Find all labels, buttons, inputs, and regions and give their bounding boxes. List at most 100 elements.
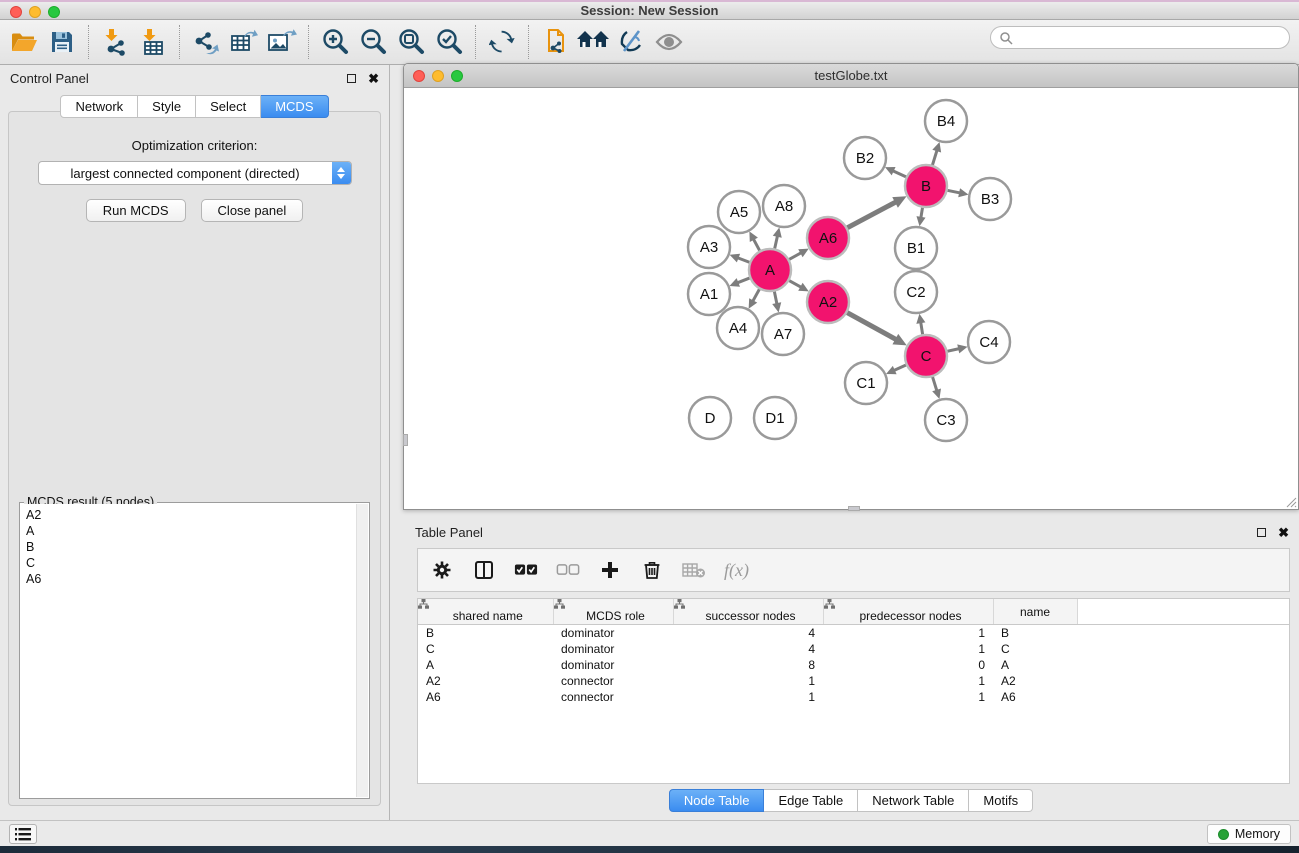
memory-label: Memory (1235, 827, 1280, 841)
tab-mcds[interactable]: MCDS (261, 95, 328, 118)
resize-grip-icon[interactable] (1285, 496, 1297, 508)
column-header-name[interactable]: name (993, 599, 1077, 625)
network-canvas[interactable]: B4B2BB3A8A5A6B1A3AC2A1A2A4A7C4CC1C3DD1 (404, 88, 1298, 509)
export-network-icon[interactable] (189, 26, 223, 58)
delete-table-icon (682, 558, 706, 582)
clone-network-icon[interactable] (538, 26, 572, 58)
graph-node-label: B1 (907, 240, 925, 257)
criterion-dropdown[interactable]: largest connected component (directed) (38, 161, 352, 185)
graph-node-label: A4 (729, 320, 747, 337)
table-tabs: Node Table Edge Table Network Table Moti… (403, 789, 1299, 812)
show-columns-icon[interactable] (472, 558, 496, 582)
float-panel-icon[interactable] (347, 74, 356, 83)
add-column-icon[interactable] (598, 558, 622, 582)
control-panel-tabs: Network Style Select MCDS (0, 95, 389, 118)
table-row[interactable]: A2connector11A2 (418, 673, 1289, 689)
network-minimize-button[interactable] (432, 70, 444, 82)
tab-network-table[interactable]: Network Table (858, 789, 969, 812)
graph-node-label: B2 (856, 150, 874, 167)
tab-style[interactable]: Style (138, 95, 196, 118)
tab-network[interactable]: Network (60, 95, 138, 118)
table-header-row: shared name MCDS role successor nodes pr… (418, 599, 1289, 625)
result-list-item[interactable]: C (26, 555, 356, 571)
delete-column-icon[interactable] (640, 558, 664, 582)
table-panel-title: Table Panel (415, 525, 1257, 540)
import-table-icon[interactable] (136, 26, 170, 58)
save-icon[interactable] (45, 26, 79, 58)
open-folder-icon[interactable] (7, 26, 41, 58)
graph-node-label: B4 (937, 113, 955, 130)
column-header-predecessor-nodes[interactable]: predecessor nodes (823, 599, 993, 625)
network-window-titlebar[interactable]: testGlobe.txt (404, 64, 1298, 88)
table-row[interactable]: A6connector11A6 (418, 689, 1289, 705)
close-window-button[interactable] (10, 6, 22, 18)
task-history-button[interactable] (9, 824, 37, 844)
tab-select[interactable]: Select (196, 95, 261, 118)
network-hscroll-thumb[interactable] (848, 506, 860, 511)
network-view-window: testGlobe.txt B4B2BB3A8A5A6B1A3AC2A1A2A4… (403, 63, 1299, 510)
eye-icon[interactable] (652, 26, 686, 58)
column-header-successor-nodes[interactable]: successor nodes (673, 599, 823, 625)
deselect-all-columns-icon[interactable] (556, 558, 580, 582)
zoom-fit-icon[interactable] (394, 26, 428, 58)
flatten-hierarchy-icon (554, 599, 673, 609)
run-mcds-button[interactable]: Run MCDS (86, 199, 186, 222)
optimization-criterion-label: Optimization criterion: (9, 138, 380, 153)
close-panel-icon[interactable]: ✖ (368, 74, 379, 83)
search-input[interactable] (1013, 31, 1273, 45)
tab-edge-table[interactable]: Edge Table (764, 789, 858, 812)
minimize-window-button[interactable] (29, 6, 41, 18)
network-zoom-button[interactable] (451, 70, 463, 82)
node-table-body: Bdominator41BCdominator41CAdominator80AA… (418, 625, 1289, 705)
export-table-icon[interactable] (227, 26, 261, 58)
select-all-columns-icon[interactable] (514, 558, 538, 582)
column-header-shared-name[interactable]: shared name (418, 599, 553, 625)
zoom-selected-icon[interactable] (432, 26, 466, 58)
column-header-mcds-role[interactable]: MCDS role (553, 599, 673, 625)
zoom-out-icon[interactable] (356, 26, 390, 58)
graph-node-label: A (765, 262, 775, 279)
search-field[interactable] (990, 26, 1290, 49)
export-image-icon[interactable] (265, 26, 299, 58)
hide-annotations-icon[interactable] (614, 26, 648, 58)
graph-node-label: D (705, 410, 716, 427)
result-list-item[interactable]: A2 (26, 507, 356, 523)
result-list-item[interactable]: A (26, 523, 356, 539)
refresh-icon[interactable] (485, 26, 519, 58)
network-close-button[interactable] (413, 70, 425, 82)
close-table-panel-icon[interactable]: ✖ (1278, 528, 1289, 537)
zoom-in-icon[interactable] (318, 26, 352, 58)
toolbar-separator (88, 25, 89, 59)
table-row[interactable]: Bdominator41B (418, 625, 1289, 641)
list-icon (15, 828, 31, 841)
main-toolbar (0, 20, 1299, 65)
graph-node-label: A1 (700, 286, 718, 303)
graph-node-label: A5 (730, 204, 748, 221)
close-panel-button[interactable]: Close panel (201, 199, 304, 222)
graph-node-label: A2 (819, 294, 837, 311)
home-icon[interactable] (576, 26, 610, 58)
memory-button[interactable]: Memory (1207, 824, 1291, 844)
table-row[interactable]: Cdominator41C (418, 641, 1289, 657)
graph-node-label: A7 (774, 326, 792, 343)
result-list-item[interactable]: B (26, 539, 356, 555)
mcds-result-list[interactable]: A2ABCA6 (21, 504, 356, 797)
mcds-result-box: MCDS result (5 nodes) A2ABCA6 (19, 502, 370, 799)
import-network-icon[interactable] (98, 26, 132, 58)
tab-motifs[interactable]: Motifs (969, 789, 1033, 812)
table-toolbar: f(x) (417, 548, 1290, 592)
graph-node-label: D1 (765, 410, 784, 427)
graph-node-label: A3 (700, 239, 718, 256)
network-vscroll-thumb[interactable] (403, 434, 408, 446)
graph-node-label: A8 (775, 198, 793, 215)
result-scrollbar[interactable] (356, 504, 368, 797)
table-row[interactable]: Adominator80A (418, 657, 1289, 673)
result-list-item[interactable]: A6 (26, 571, 356, 587)
mcds-tab-content: Optimization criterion: largest connecte… (8, 111, 381, 806)
desktop-background-strip (0, 846, 1299, 853)
tab-node-table[interactable]: Node Table (669, 789, 765, 812)
float-table-panel-icon[interactable] (1257, 528, 1266, 537)
zoom-window-button[interactable] (48, 6, 60, 18)
gear-icon[interactable] (430, 558, 454, 582)
control-panel: Control Panel ✖ Network Style Select MCD… (0, 65, 390, 820)
